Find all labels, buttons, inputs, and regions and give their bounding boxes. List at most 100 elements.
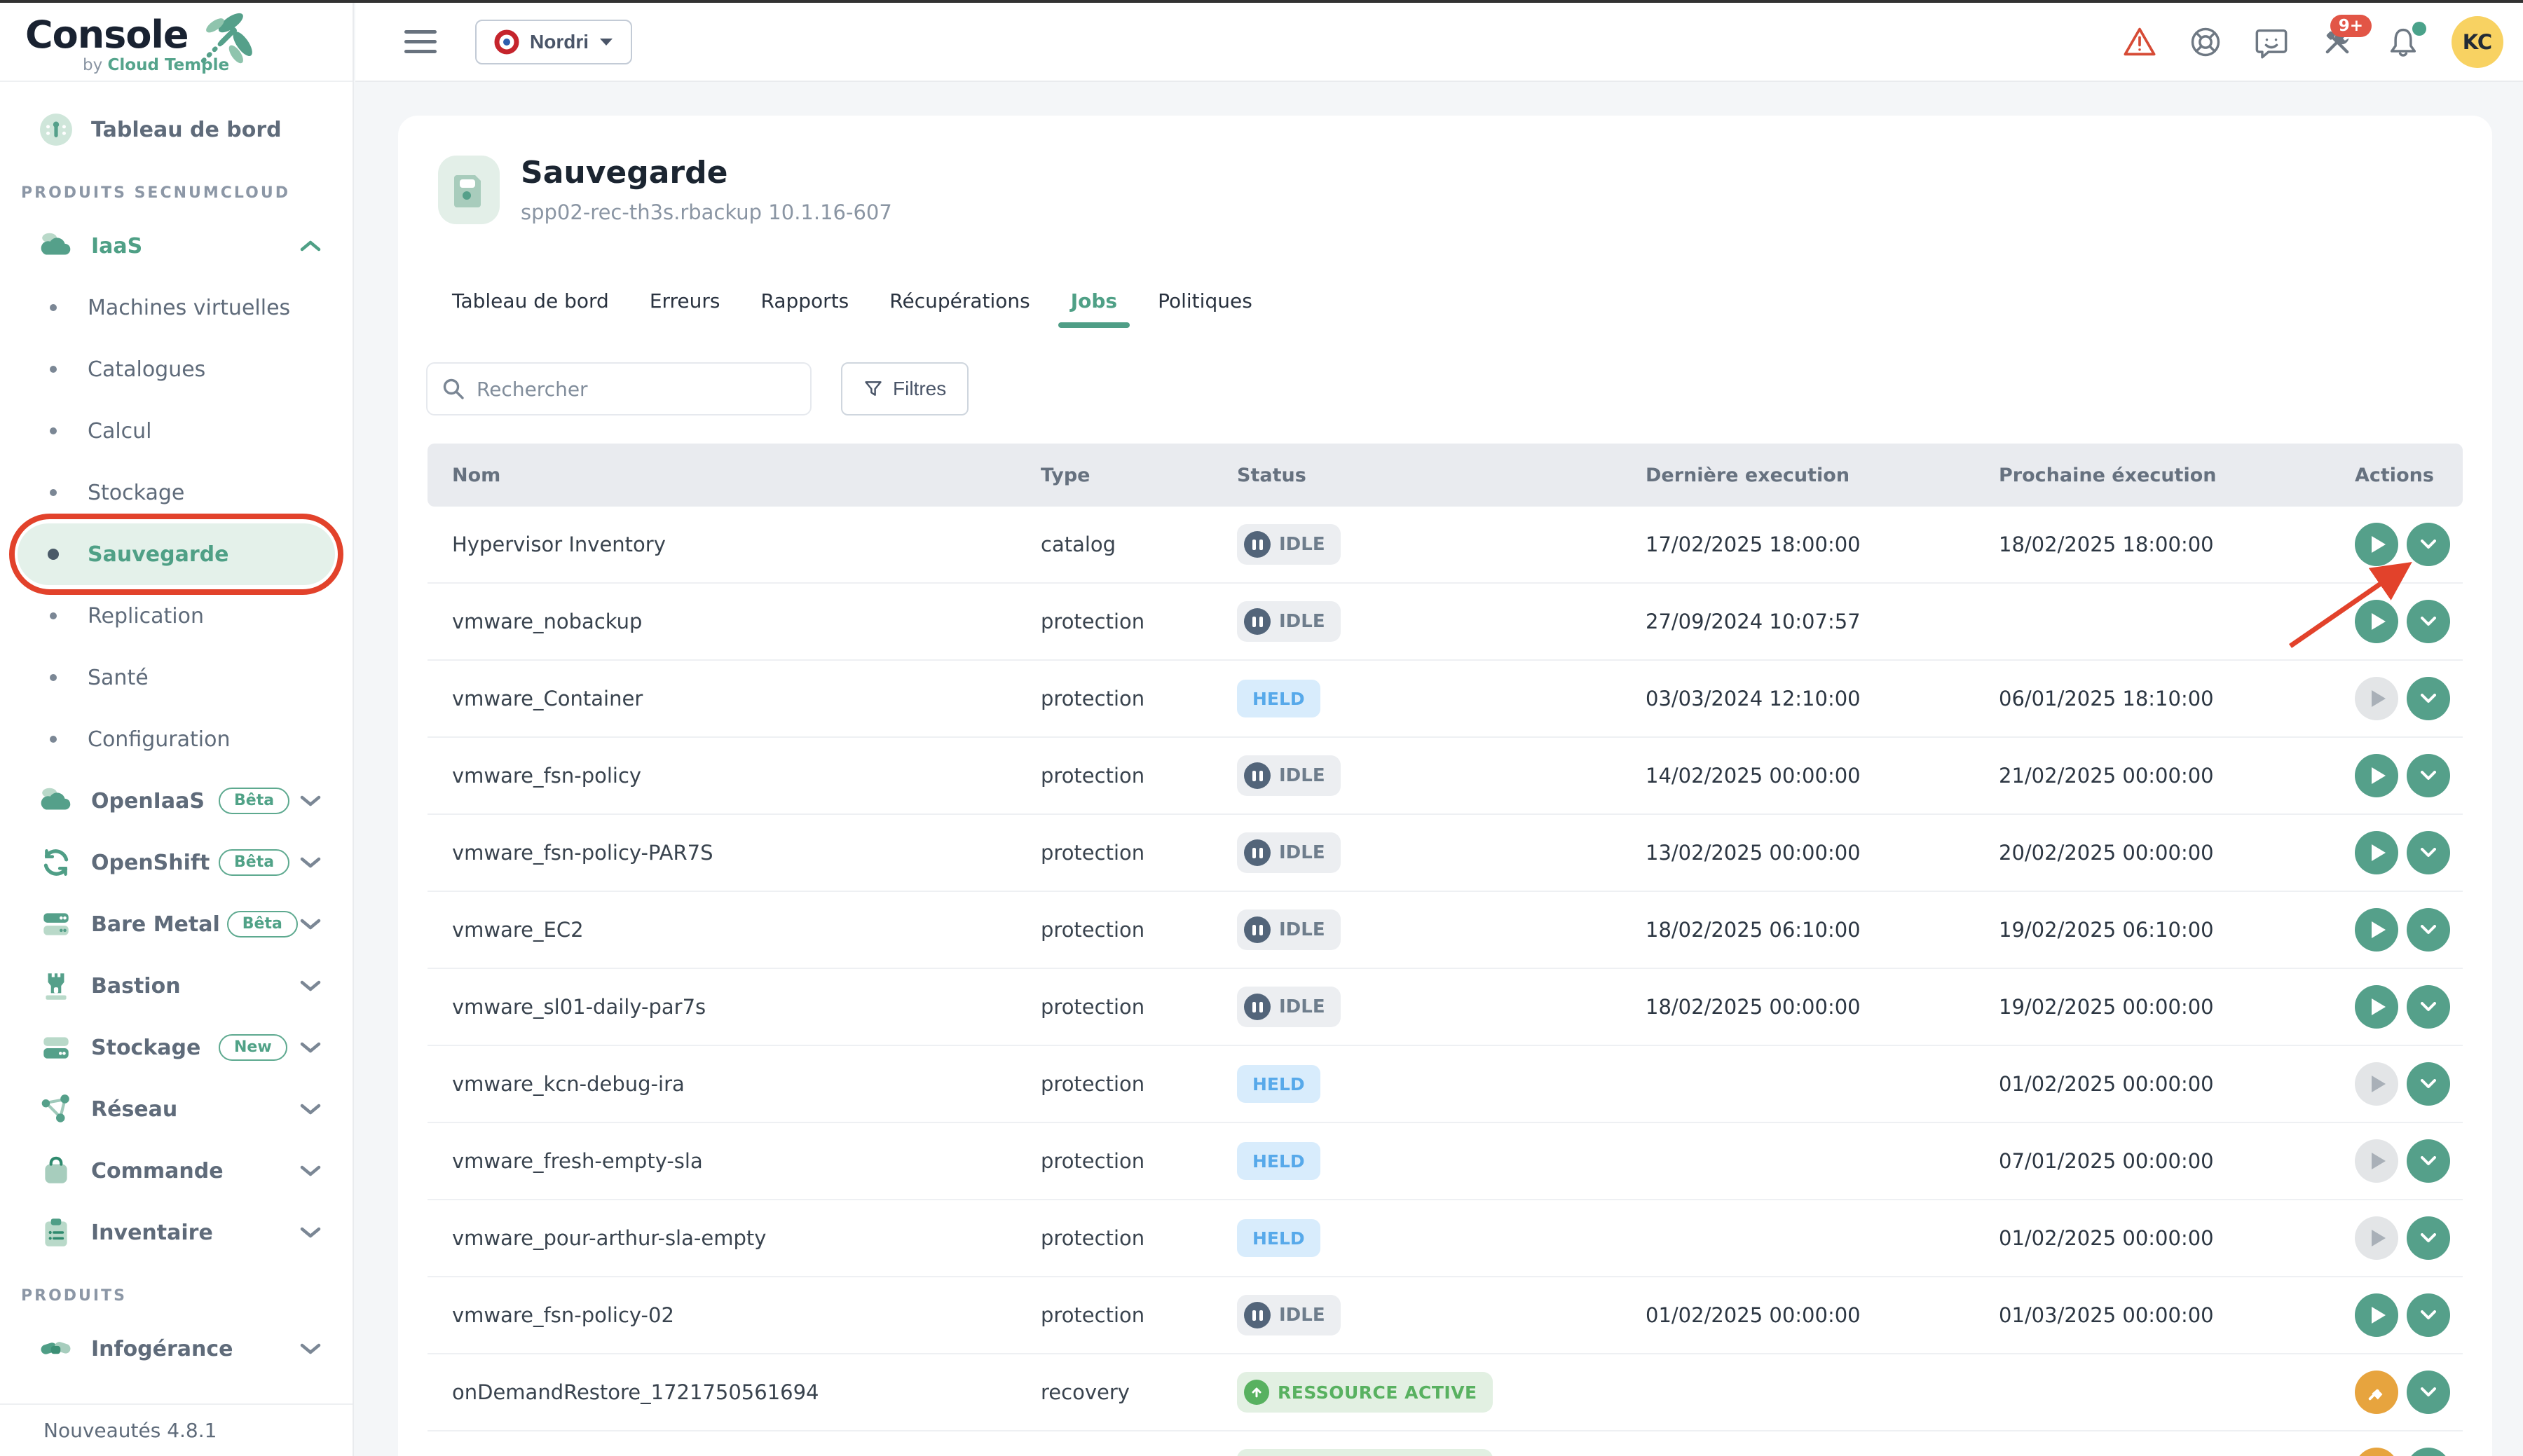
tab-tableau-de-bord[interactable]: Tableau de bord (452, 289, 609, 313)
sidebar-item-iaas[interactable]: IaaS (0, 215, 353, 277)
job-next-execution: 01/02/2025 00:00:00 (1974, 1072, 2330, 1096)
sidebar-item-commande[interactable]: Commande (0, 1140, 353, 1202)
tab-erreurs[interactable]: Erreurs (650, 289, 720, 313)
sidebar-item-tableau-de-bord[interactable]: Tableau de bord (0, 99, 353, 160)
run-job-button[interactable] (2355, 985, 2398, 1029)
tenant-selector[interactable]: Nordri (475, 20, 632, 64)
job-actions (2330, 1062, 2463, 1106)
pause-icon (1244, 608, 1271, 635)
status-text: IDLE (1279, 611, 1325, 632)
sidebar-item-sauvegarde[interactable]: Sauvegarde (18, 523, 335, 585)
job-last-execution: 27/09/2024 10:07:57 (1621, 610, 1974, 633)
cleanup-job-button[interactable] (2355, 1371, 2398, 1414)
expand-row-button[interactable] (2407, 1448, 2450, 1456)
expand-row-button[interactable] (2407, 754, 2450, 797)
job-name: vmware_fsn-policy (428, 764, 1016, 788)
job-actions (2330, 754, 2463, 797)
expand-row-button[interactable] (2407, 1216, 2450, 1260)
table-row[interactable]: vmware_fsn-policy-PAR7S protection IDLE … (428, 815, 2463, 892)
job-type: protection (1016, 1303, 1212, 1327)
sidebar-item-label: Bare Metal (91, 912, 220, 937)
sidebar-item-stockage[interactable]: StockageNew (0, 1017, 353, 1078)
table-row[interactable]: onDemandRestore_1721750561694 recovery R… (428, 1354, 2463, 1431)
sidebar-item-machines-virtuelles[interactable]: Machines virtuelles (18, 277, 335, 338)
expand-row-button[interactable] (2407, 1062, 2450, 1106)
feedback-icon[interactable] (2254, 25, 2289, 60)
main-content: Sauvegarde spp02-rec-th3s.rbackup 10.1.1… (355, 83, 2523, 1456)
job-last-execution: 17/02/2025 18:00:00 (1621, 533, 1974, 556)
table-row[interactable]: vmware_sl01-daily-par7s protection IDLE … (428, 969, 2463, 1046)
sidebar-item-stockage[interactable]: Stockage (18, 462, 335, 523)
sidebar-section-label: PRODUITS (0, 1273, 353, 1318)
sidebar-item-replication[interactable]: Replication (18, 585, 335, 647)
expand-row-button[interactable] (2407, 523, 2450, 566)
logo-title: Console (25, 13, 189, 57)
tab-bar: Tableau de bord Erreurs Rapports Récupérati… (452, 278, 1252, 323)
job-last-execution: 01/02/2025 00:00:00 (1621, 1303, 1974, 1327)
expand-row-button[interactable] (2407, 908, 2450, 952)
search-input[interactable] (477, 378, 796, 401)
run-job-button[interactable] (2355, 600, 2398, 643)
lifebuoy-icon[interactable] (2188, 25, 2223, 60)
expand-row-button[interactable] (2407, 1293, 2450, 1337)
cleanup-job-button[interactable] (2355, 1448, 2398, 1456)
expand-row-button[interactable] (2407, 1139, 2450, 1183)
sidebar-item-label: Inventaire (91, 1221, 213, 1245)
arrow-up-icon (1244, 1380, 1269, 1405)
expand-row-button[interactable] (2407, 985, 2450, 1029)
col-actions: Actions (2330, 465, 2463, 486)
run-job-button[interactable] (2355, 831, 2398, 874)
menu-toggle-button[interactable] (404, 30, 437, 53)
sidebar-item-bare-metal[interactable]: Bare MetalBêta (0, 893, 353, 955)
expand-row-button[interactable] (2407, 600, 2450, 643)
avatar[interactable]: KC (2452, 16, 2503, 68)
tab-rapports[interactable]: Rapports (761, 289, 849, 313)
sidebar-item-inventaire[interactable]: Inventaire (0, 1202, 353, 1263)
job-status: HELD (1212, 1142, 1621, 1180)
pause-icon (1244, 531, 1271, 558)
logo[interactable]: Console by Cloud Temple (0, 3, 353, 82)
table-row[interactable]: vmware_kcn-debug-ira protection HELD 01/… (428, 1046, 2463, 1123)
bell-icon[interactable] (2386, 25, 2421, 60)
sidebar-item-configuration[interactable]: Configuration (18, 708, 335, 770)
run-job-button[interactable] (2355, 1293, 2398, 1337)
tab-jobs[interactable]: Jobs (1071, 289, 1117, 313)
table-row[interactable]: vmware_EC2 protection IDLE 18/02/2025 06… (428, 892, 2463, 969)
expand-row-button[interactable] (2407, 1371, 2450, 1414)
top-strip (0, 0, 2523, 3)
job-next-execution: 01/02/2025 00:00:00 (1974, 1226, 2330, 1250)
sidebar-item-r-seau[interactable]: Réseau (0, 1078, 353, 1140)
alert-icon[interactable] (2122, 25, 2157, 60)
tools-icon[interactable]: 9+ (2320, 25, 2355, 60)
play-icon (2372, 613, 2386, 630)
run-job-button[interactable] (2355, 523, 2398, 566)
filters-button[interactable]: Filtres (841, 362, 969, 415)
tab-r-cup-rations[interactable]: Récupérations (889, 289, 1030, 313)
table-row[interactable]: Hypervisor Inventory catalog IDLE 17/02/… (428, 507, 2463, 584)
table-row[interactable]: vmware_Container protection HELD 03/03/2… (428, 661, 2463, 738)
run-job-button[interactable] (2355, 908, 2398, 952)
sidebar-item-infog-rance[interactable]: Infogérance (0, 1318, 353, 1380)
table-row[interactable]: onDemandRestore_1722602982422 recovery R… (428, 1431, 2463, 1456)
sidebar-item-catalogues[interactable]: Catalogues (18, 338, 335, 400)
sidebar-item-openiaas[interactable]: OpenIaaSBêta (0, 770, 353, 832)
sidebar-item-sant-[interactable]: Santé (18, 647, 335, 708)
run-job-button (2355, 1216, 2398, 1260)
sidebar-item-bastion[interactable]: Bastion (0, 955, 353, 1017)
expand-row-button[interactable] (2407, 831, 2450, 874)
table-row[interactable]: vmware_fsn-policy protection IDLE 14/02/… (428, 738, 2463, 815)
table-row[interactable]: vmware_fresh-empty-sla protection HELD 0… (428, 1123, 2463, 1200)
status-badge-held: HELD (1237, 680, 1320, 717)
version-note[interactable]: Nouveautés 4.8.1 (43, 1419, 217, 1442)
table-row[interactable]: vmware_fsn-policy-02 protection IDLE 01/… (428, 1277, 2463, 1354)
expand-row-button[interactable] (2407, 677, 2450, 720)
job-status: RESSOURCE ACTIVE (1212, 1372, 1621, 1413)
run-job-button[interactable] (2355, 754, 2398, 797)
table-row[interactable]: vmware_pour-arthur-sla-empty protection … (428, 1200, 2463, 1277)
table-row[interactable]: vmware_nobackup protection IDLE 27/09/20… (428, 584, 2463, 661)
sidebar-item-calcul[interactable]: Calcul (18, 400, 335, 462)
job-type: protection (1016, 1149, 1212, 1173)
sidebar-item-openshift[interactable]: OpenShiftBêta (0, 832, 353, 893)
status-text: IDLE (1279, 534, 1325, 555)
tab-politiques[interactable]: Politiques (1158, 289, 1252, 313)
